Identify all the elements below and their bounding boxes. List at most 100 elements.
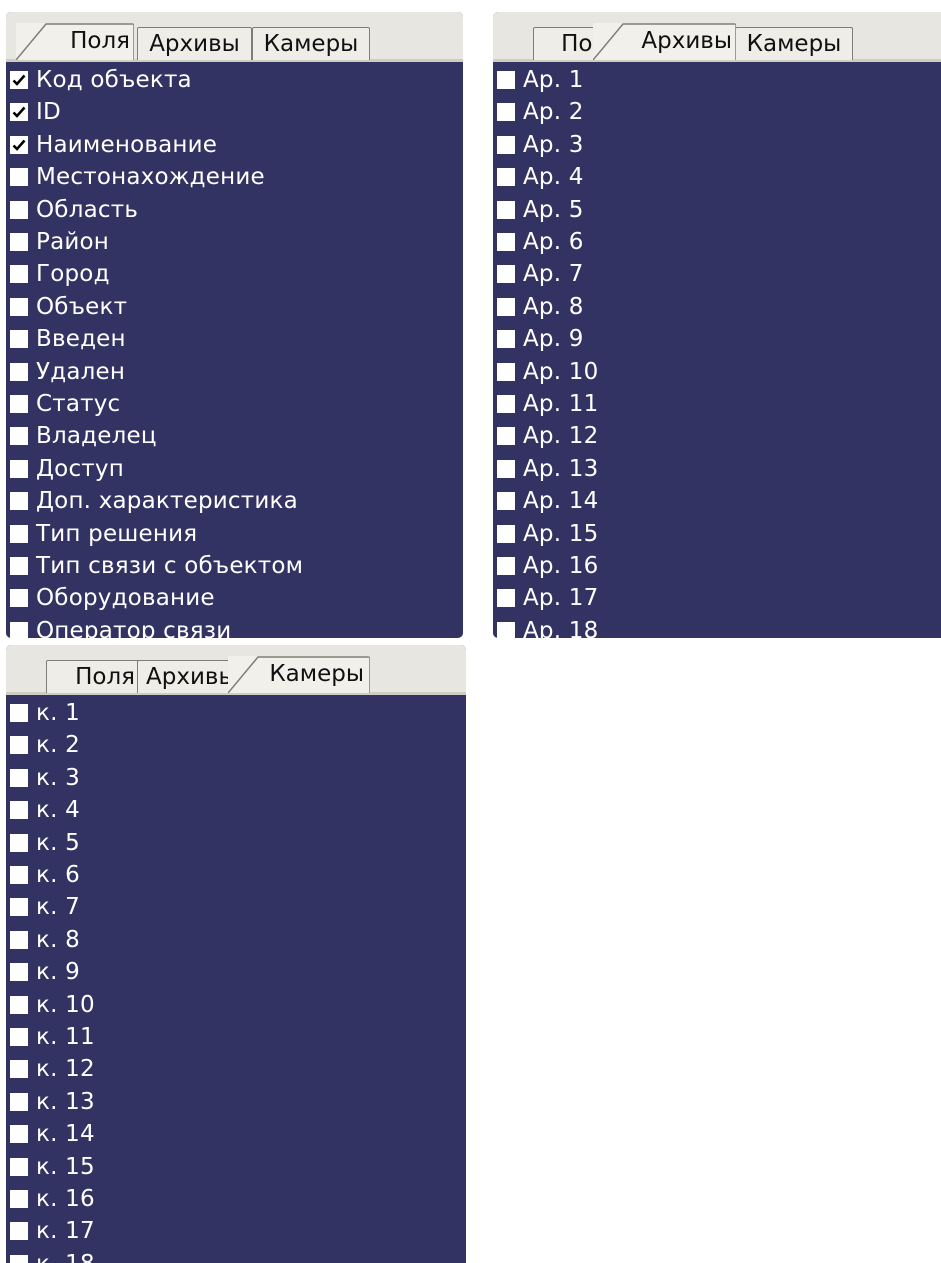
list-item[interactable]: Ар. 18 bbox=[497, 615, 598, 638]
checkbox[interactable] bbox=[497, 200, 515, 219]
checkbox[interactable] bbox=[10, 524, 28, 543]
checkbox[interactable] bbox=[10, 621, 28, 638]
list-item[interactable]: Ар. 17 bbox=[497, 582, 598, 614]
checkbox[interactable] bbox=[10, 557, 28, 575]
checkbox[interactable] bbox=[497, 557, 515, 575]
checkbox[interactable] bbox=[10, 866, 28, 884]
list-item[interactable]: Код объекта bbox=[10, 64, 192, 96]
list-item[interactable]: Ар. 5 bbox=[497, 194, 584, 226]
checkbox[interactable] bbox=[10, 135, 28, 154]
list-item[interactable]: Тип связи с объектом bbox=[10, 550, 303, 582]
list-item[interactable]: Ар. 1 bbox=[497, 64, 584, 96]
list-item[interactable]: к. 9 bbox=[10, 956, 80, 988]
checkbox[interactable] bbox=[10, 362, 28, 381]
checkbox[interactable] bbox=[10, 589, 28, 608]
checkbox[interactable] bbox=[497, 330, 515, 349]
list-item[interactable]: Тип решения bbox=[10, 518, 197, 550]
checkbox[interactable] bbox=[10, 801, 28, 820]
list-item[interactable]: к. 10 bbox=[10, 989, 95, 1021]
checkbox[interactable] bbox=[10, 736, 28, 755]
archives-list[interactable]: Ар. 1 Ар. 2 Ар. 3 Ар. 4 Ар. 5 Ар. 6 Ар. 7 Ар. 8… bbox=[493, 62, 941, 638]
list-item[interactable]: ID bbox=[10, 96, 61, 128]
list-item[interactable]: к. 15 bbox=[10, 1151, 95, 1183]
checkbox[interactable] bbox=[497, 589, 515, 608]
tab-fields[interactable]: Поля bbox=[46, 660, 142, 693]
checkbox[interactable] bbox=[10, 168, 28, 187]
tab-archives[interactable]: Архивы bbox=[137, 27, 252, 60]
checkbox[interactable] bbox=[497, 459, 515, 478]
checkbox[interactable] bbox=[10, 330, 28, 349]
list-item[interactable]: Область bbox=[10, 194, 138, 226]
list-item[interactable]: Оператор связи bbox=[10, 615, 231, 638]
list-item[interactable]: Доступ bbox=[10, 453, 124, 485]
list-item[interactable]: Удален bbox=[10, 356, 125, 388]
checkbox[interactable] bbox=[10, 963, 28, 982]
checkbox[interactable] bbox=[10, 1254, 28, 1263]
list-item[interactable]: Ар. 9 bbox=[497, 323, 584, 355]
list-item[interactable]: Ар. 15 bbox=[497, 518, 598, 550]
list-item[interactable]: к. 4 bbox=[10, 794, 80, 826]
list-item[interactable]: к. 12 bbox=[10, 1053, 95, 1085]
tab-archives[interactable]: Архивы bbox=[593, 23, 736, 60]
checkbox[interactable] bbox=[10, 1222, 28, 1241]
list-item[interactable]: Ар. 3 bbox=[497, 129, 584, 161]
checkbox[interactable] bbox=[10, 1125, 28, 1144]
list-item[interactable]: к. 2 bbox=[10, 729, 80, 761]
list-item[interactable]: к. 8 bbox=[10, 924, 80, 956]
list-item[interactable]: Город bbox=[10, 258, 110, 290]
checkbox[interactable] bbox=[10, 930, 28, 949]
checkbox[interactable] bbox=[10, 995, 28, 1014]
checkbox[interactable] bbox=[10, 1028, 28, 1046]
list-item[interactable]: Ар. 12 bbox=[497, 420, 598, 452]
checkbox[interactable] bbox=[10, 395, 28, 413]
list-item[interactable]: к. 7 bbox=[10, 891, 80, 923]
list-item[interactable]: Наименование bbox=[10, 129, 217, 161]
list-item[interactable]: Оборудование bbox=[10, 582, 215, 614]
checkbox[interactable] bbox=[497, 71, 515, 89]
checkbox[interactable] bbox=[497, 492, 515, 511]
checkbox[interactable] bbox=[10, 704, 28, 722]
list-item[interactable]: Ар. 2 bbox=[497, 96, 584, 128]
checkbox[interactable] bbox=[10, 1060, 28, 1079]
checkbox[interactable] bbox=[10, 265, 28, 284]
list-item[interactable]: Статус bbox=[10, 388, 120, 420]
tab-fields[interactable]: Поля bbox=[16, 23, 134, 60]
checkbox[interactable] bbox=[497, 103, 515, 122]
checkbox[interactable] bbox=[10, 492, 28, 511]
checkbox[interactable] bbox=[497, 168, 515, 187]
list-item[interactable]: Объект bbox=[10, 291, 127, 323]
checkbox[interactable] bbox=[497, 362, 515, 381]
tab-cameras[interactable]: Камеры bbox=[228, 656, 370, 693]
checkbox[interactable] bbox=[497, 233, 515, 251]
list-item[interactable]: Ар. 11 bbox=[497, 388, 598, 420]
list-item[interactable]: к. 14 bbox=[10, 1118, 95, 1150]
checkbox[interactable] bbox=[10, 898, 28, 917]
tab-cameras[interactable]: Камеры bbox=[252, 27, 370, 60]
checkbox[interactable] bbox=[10, 459, 28, 478]
checkbox[interactable] bbox=[497, 135, 515, 154]
list-item[interactable]: Район bbox=[10, 226, 109, 258]
fields-list[interactable]: Код объекта ID Наименование Местонахождение… bbox=[6, 62, 463, 638]
list-item[interactable]: Владелец bbox=[10, 420, 157, 452]
list-item[interactable]: Ар. 4 bbox=[497, 161, 584, 193]
checkbox[interactable] bbox=[10, 233, 28, 251]
tab-cameras[interactable]: Камеры bbox=[735, 27, 853, 60]
checkbox[interactable] bbox=[497, 427, 515, 446]
checkbox[interactable] bbox=[10, 427, 28, 446]
checkbox[interactable] bbox=[10, 1190, 28, 1208]
list-item[interactable]: Ар. 10 bbox=[497, 356, 598, 388]
list-item[interactable]: Местонахождение bbox=[10, 161, 265, 193]
checkbox[interactable] bbox=[10, 1092, 28, 1111]
checkbox[interactable] bbox=[10, 1157, 28, 1176]
list-item[interactable]: к. 3 bbox=[10, 762, 80, 794]
checkbox[interactable] bbox=[10, 297, 28, 316]
list-item[interactable]: к. 16 bbox=[10, 1183, 95, 1215]
list-item[interactable]: Ар. 7 bbox=[497, 258, 584, 290]
checkbox[interactable] bbox=[497, 265, 515, 284]
list-item[interactable]: Ар. 6 bbox=[497, 226, 584, 258]
checkbox[interactable] bbox=[497, 297, 515, 316]
list-item[interactable]: к. 18 bbox=[10, 1248, 95, 1263]
checkbox[interactable] bbox=[497, 395, 515, 413]
list-item[interactable]: к. 13 bbox=[10, 1086, 95, 1118]
cameras-list[interactable]: к. 1 к. 2 к. 3 к. 4 к. 5 к. 6 к. 7 к. 8 к. 9 к. 1… bbox=[6, 695, 466, 1263]
